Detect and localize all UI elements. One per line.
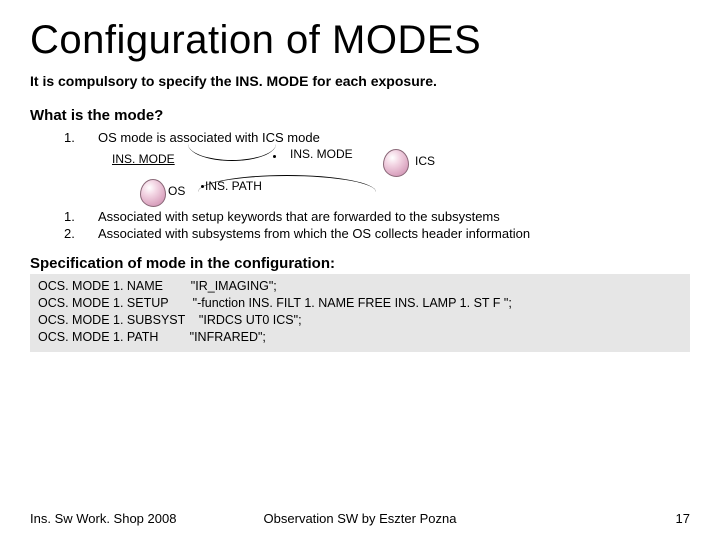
intro-text: It is compulsory to specify the INS. MOD… xyxy=(30,73,690,89)
ics-node-icon xyxy=(383,149,409,177)
label-ics: ICS xyxy=(415,154,435,168)
mode-heading: What is the mode? xyxy=(30,107,690,124)
list-item: 2. Associated with subsystems from which… xyxy=(64,226,690,241)
list-number: 1. xyxy=(64,209,98,224)
footer-center: Observation SW by Eszter Pozna xyxy=(264,511,457,526)
label-ins-mode-right: INS. MODE xyxy=(290,147,353,161)
code-block: OCS. MODE 1. NAME "IR_IMAGING"; OCS. MOD… xyxy=(30,274,690,352)
list-text: OS mode is associated with ICS mode xyxy=(98,130,690,145)
list-number: 2. xyxy=(64,226,98,241)
footer-page: 17 xyxy=(676,511,690,526)
label-ins-mode-left: INS. MODE xyxy=(112,152,175,166)
list-text: Associated with subsystems from which th… xyxy=(98,226,690,241)
arc-icon xyxy=(188,144,276,161)
page-title: Configuration of MODES xyxy=(30,18,690,63)
list-item: 1. OS mode is associated with ICS mode I… xyxy=(64,130,690,207)
spec-heading: Specification of mode in the configurati… xyxy=(30,255,690,272)
footer-left: Ins. Sw Work. Shop 2008 xyxy=(30,511,176,526)
dot-icon xyxy=(201,185,204,188)
os-node-icon xyxy=(140,179,166,207)
list-number: 1. xyxy=(64,130,98,207)
arc-icon xyxy=(198,175,376,192)
footer: Ins. Sw Work. Shop 2008 Observation SW b… xyxy=(0,511,720,526)
list-text: Associated with setup keywords that are … xyxy=(98,209,690,224)
label-os: OS xyxy=(168,184,185,198)
dot-icon xyxy=(273,155,276,158)
list-item: 1. Associated with setup keywords that a… xyxy=(64,209,690,224)
mode-diagram: INS. MODE INS. MODE OS ICS INS. PATH xyxy=(98,147,518,207)
